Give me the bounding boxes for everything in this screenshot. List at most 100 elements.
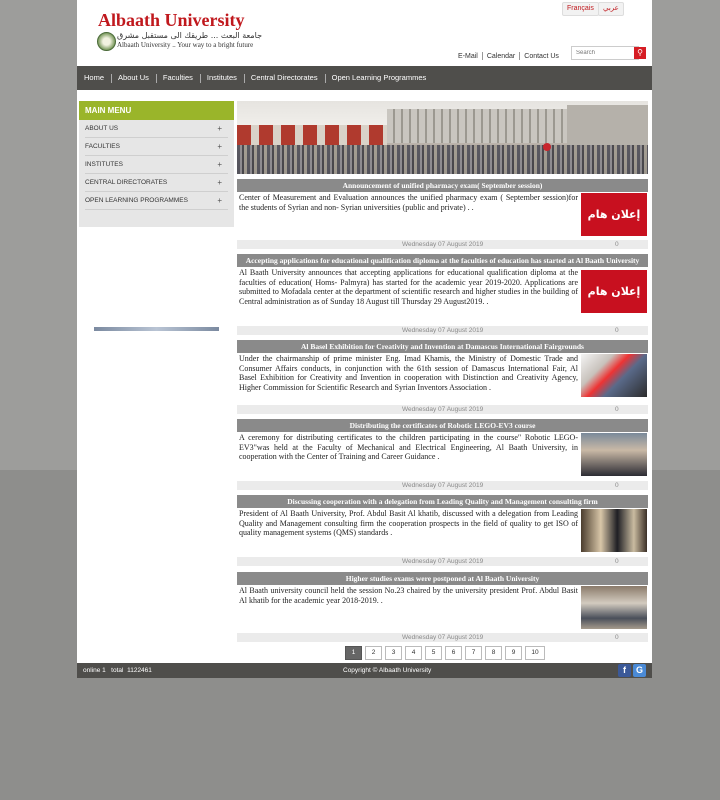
news-view-count: 0	[615, 327, 619, 334]
arabic-tagline: جامعة البعث ... طريقك الى مستقبل مشرق	[117, 31, 263, 40]
sidebar-item-faculties[interactable]: FACULTIES +	[85, 138, 228, 156]
news-body: Under the chairmanship of prime minister…	[237, 353, 648, 397]
news-date: Wednesday 07 August 2019	[402, 482, 484, 489]
news-date: Wednesday 07 August 2019	[402, 241, 484, 248]
copyright: Copyright © Albaath University	[343, 667, 432, 674]
sidebar-item-label: OPEN LEARNING PROGRAMMES	[85, 197, 188, 204]
banner-building	[387, 109, 567, 143]
news-body: Al Baath University announces that accep…	[237, 267, 648, 313]
main-navbar: Home About Us Faculties Institutes Centr…	[77, 66, 652, 90]
news-footer: Wednesday 07 August 2019 0	[237, 405, 648, 414]
news-title[interactable]: Accepting applications for educational q…	[237, 254, 648, 267]
sidebar-item-about-us[interactable]: ABOUT US +	[85, 120, 228, 138]
news-date: Wednesday 07 August 2019	[402, 406, 484, 413]
page-button-1[interactable]: 1	[345, 646, 362, 660]
expand-icon[interactable]: +	[217, 138, 222, 155]
news-title[interactable]: Higher studies exams were postponed at A…	[237, 572, 648, 585]
visitor-counter: online 1 total 1122461	[83, 667, 152, 674]
nav-about-us[interactable]: About Us	[111, 66, 156, 90]
news-body: Center of Measurement and Evaluation ann…	[237, 192, 648, 236]
google-icon[interactable]: G	[633, 664, 646, 677]
nav-home[interactable]: Home	[77, 66, 111, 90]
sidebar-item-label: FACULTIES	[85, 143, 120, 150]
university-seal-icon	[97, 32, 116, 51]
nav-central-directorates[interactable]: Central Directorates	[243, 66, 325, 90]
sidebar: MAIN MENU ABOUT US + FACULTIES + INSTITUTE…	[79, 101, 234, 227]
news-view-count: 0	[615, 406, 619, 413]
news-item: Accepting applications for educational q…	[237, 254, 648, 335]
sidebar-item-institutes[interactable]: INSTITUTES +	[85, 156, 228, 174]
university-name[interactable]: Albaath University	[98, 10, 245, 31]
facebook-icon[interactable]: f	[618, 664, 631, 677]
news-body: President of Al Baath University, Prof. …	[237, 508, 648, 552]
pagination: 1 2 3 4 5 6 7 8 9 10	[345, 646, 548, 660]
expand-icon[interactable]: +	[217, 174, 222, 191]
divider	[481, 52, 483, 60]
banner-building	[567, 105, 648, 145]
search-icon[interactable]: ⚲	[634, 47, 646, 59]
news-body: A ceremony for distributing certificates…	[237, 432, 648, 476]
news-date: Wednesday 07 August 2019	[402, 634, 484, 641]
slogan: Albaath University .. Your way to a brig…	[117, 41, 254, 49]
email-link[interactable]: E-Mail	[458, 53, 478, 60]
sidebar-item-central-directorates[interactable]: CENTRAL DIRECTORATES +	[85, 174, 228, 192]
sidebar-banner-image	[94, 327, 219, 331]
news-view-count: 0	[615, 558, 619, 565]
news-item: Al Basel Exhibition for Creativity and I…	[237, 340, 648, 414]
page-button-5[interactable]: 5	[425, 646, 442, 660]
news-item: Higher studies exams were postponed at A…	[237, 572, 648, 642]
news-footer: Wednesday 07 August 2019 0	[237, 557, 648, 566]
main-menu-title: MAIN MENU	[79, 101, 234, 120]
page-button-3[interactable]: 3	[385, 646, 402, 660]
top-links: E-Mail Calendar Contact Us	[458, 52, 559, 60]
nav-institutes[interactable]: Institutes	[199, 66, 244, 90]
news-footer: Wednesday 07 August 2019 0	[237, 481, 648, 490]
divider	[519, 52, 521, 60]
calendar-link[interactable]: Calendar	[487, 53, 515, 60]
nav-open-learning[interactable]: Open Learning Programmes	[324, 66, 434, 90]
page-button-9[interactable]: 9	[505, 646, 522, 660]
banner-crowd	[237, 145, 648, 174]
news-footer: Wednesday 07 August 2019 0	[237, 240, 648, 249]
banner-tents	[237, 125, 387, 145]
language-arabic-button[interactable]: عربي	[598, 2, 624, 16]
campus-banner-image	[237, 101, 648, 174]
news-title[interactable]: Al Basel Exhibition for Creativity and I…	[237, 340, 648, 353]
sidebar-item-label: ABOUT US	[85, 125, 119, 132]
news-item: Announcement of unified pharmacy exam( S…	[237, 179, 648, 249]
page-button-6[interactable]: 6	[445, 646, 462, 660]
page-button-2[interactable]: 2	[365, 646, 382, 660]
search-input[interactable]	[571, 46, 639, 60]
page-button-7[interactable]: 7	[465, 646, 482, 660]
nav-faculties[interactable]: Faculties	[155, 66, 200, 90]
announcement-image[interactable]: إعلان هام	[581, 193, 647, 236]
news-view-count: 0	[615, 634, 619, 641]
expand-icon[interactable]: +	[217, 156, 222, 173]
news-title[interactable]: Discussing cooperation with a delegation…	[237, 495, 648, 508]
announcement-image[interactable]: إعلان هام	[581, 270, 647, 313]
news-view-count: 0	[615, 482, 619, 489]
news-date: Wednesday 07 August 2019	[402, 327, 484, 334]
news-item: Discussing cooperation with a delegation…	[237, 495, 648, 566]
language-french-button[interactable]: Français	[562, 2, 599, 16]
expand-icon[interactable]: +	[217, 120, 222, 137]
banner-sign	[543, 143, 551, 151]
news-body: Al Baath university council held the ses…	[237, 585, 648, 629]
news-photo[interactable]	[581, 354, 647, 397]
news-title[interactable]: Distributing the certificates of Robotic…	[237, 419, 648, 432]
expand-icon[interactable]: +	[217, 192, 222, 209]
footer: online 1 total 1122461 Copyright © Albaa…	[77, 663, 652, 678]
page-button-10[interactable]: 10	[525, 646, 545, 660]
news-photo[interactable]	[581, 433, 647, 476]
news-photo[interactable]	[581, 509, 647, 552]
sidebar-item-label: INSTITUTES	[85, 161, 123, 168]
news-photo[interactable]	[581, 586, 647, 629]
page-button-8[interactable]: 8	[485, 646, 502, 660]
page-button-4[interactable]: 4	[405, 646, 422, 660]
sidebar-item-open-learning[interactable]: OPEN LEARNING PROGRAMMES +	[85, 192, 228, 210]
news-view-count: 0	[615, 241, 619, 248]
news-title[interactable]: Announcement of unified pharmacy exam( S…	[237, 179, 648, 192]
news-item: Distributing the certificates of Robotic…	[237, 419, 648, 490]
contact-us-link[interactable]: Contact Us	[524, 53, 559, 60]
news-footer: Wednesday 07 August 2019 0	[237, 326, 648, 335]
